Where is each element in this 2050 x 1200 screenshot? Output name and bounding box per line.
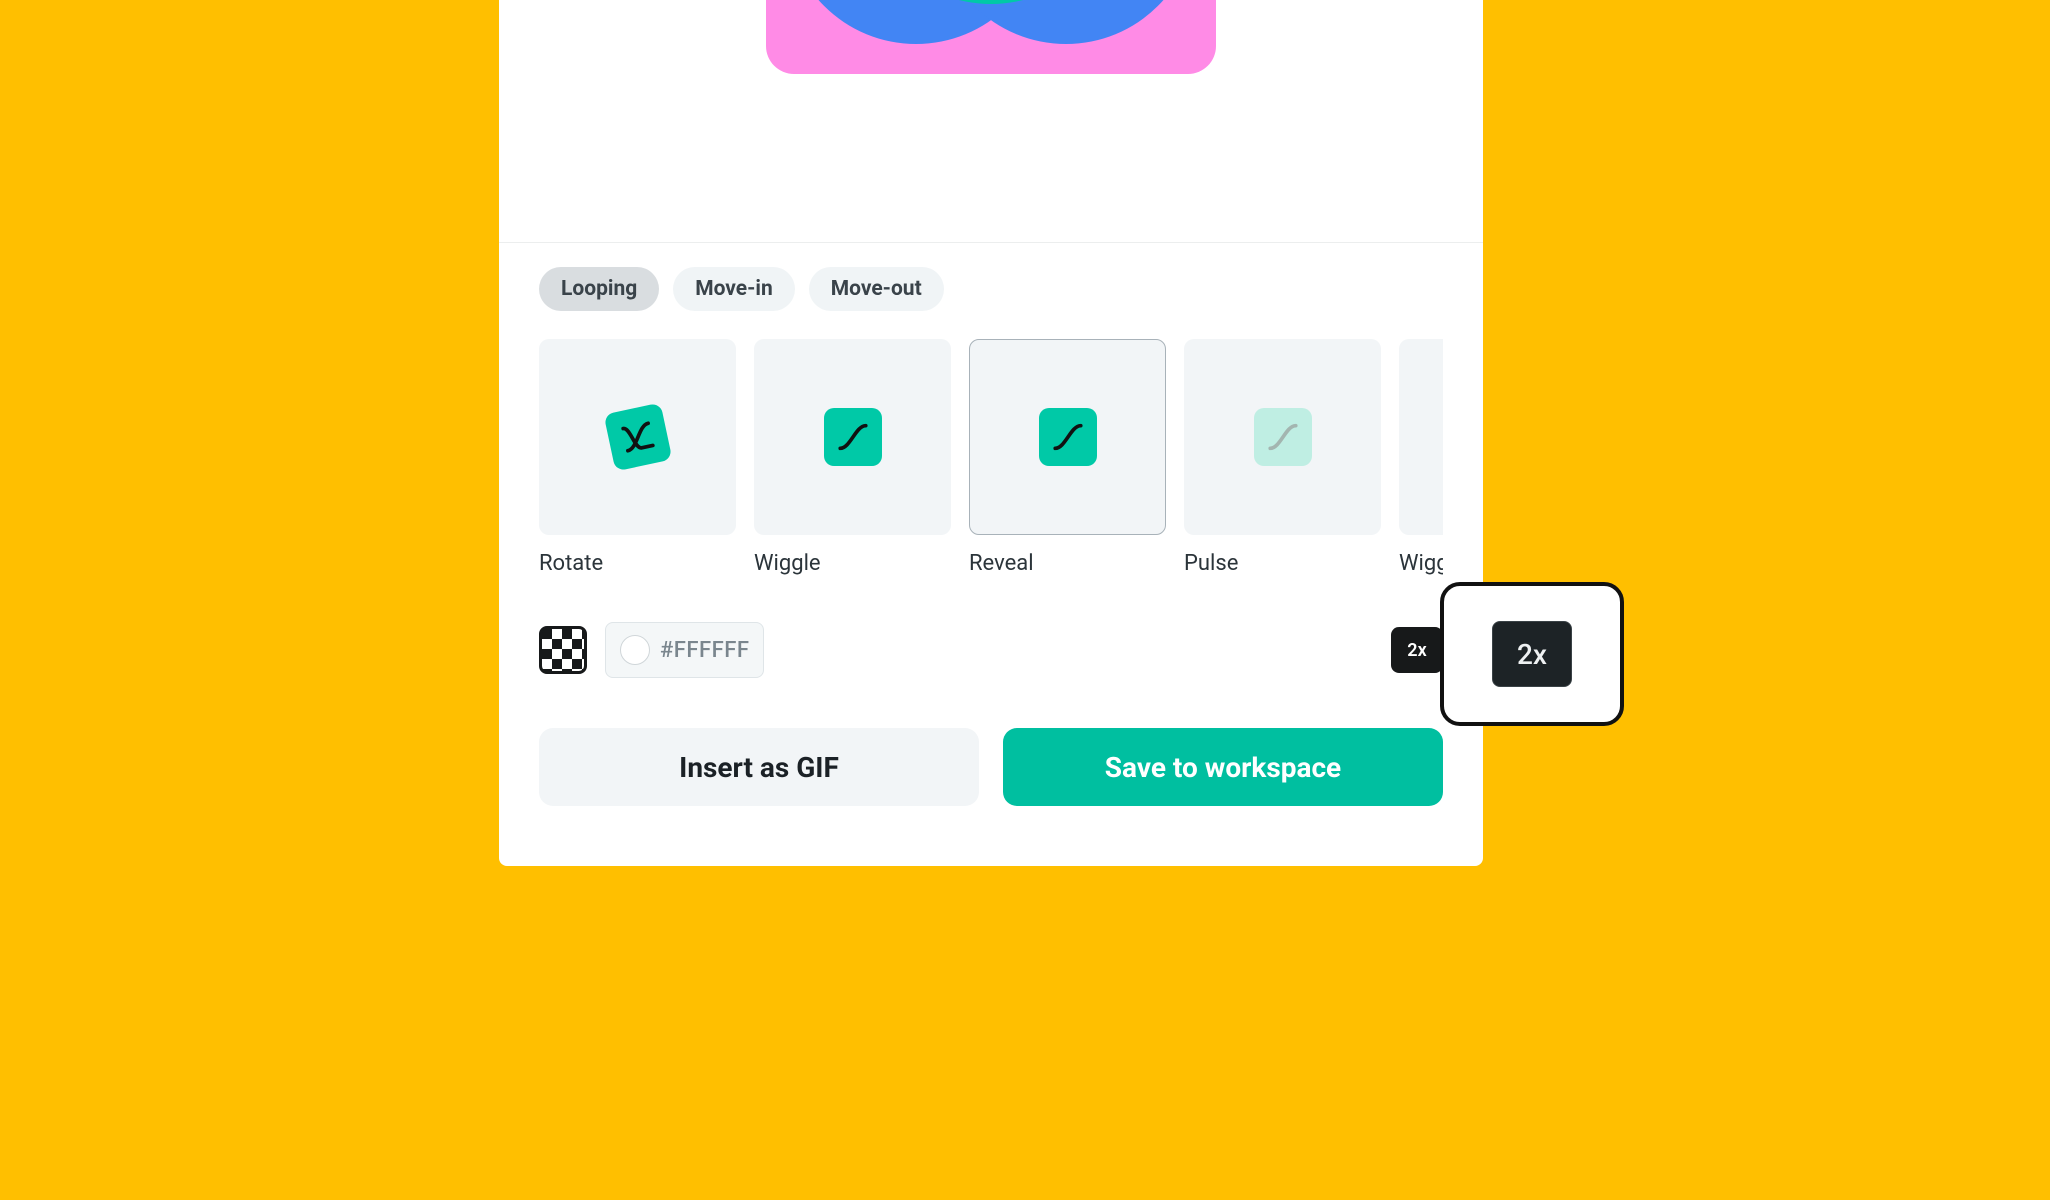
animation-type-tabs: Looping Move-in Move-out [539, 267, 1443, 311]
animation-panel: Looping Move-in Move-out Rotate [499, 0, 1483, 866]
magnified-speed-badge: 2x [1492, 621, 1572, 687]
ease-curve-icon [1254, 408, 1312, 466]
animation-tile-wiggle[interactable] [754, 339, 951, 535]
animation-options-row: Rotate Wiggle Reveal [539, 339, 1443, 576]
animation-card-rotate: Rotate [539, 339, 736, 576]
color-swatch [620, 635, 650, 665]
animation-card-pulse: Pulse [1184, 339, 1381, 576]
insert-as-gif-button[interactable]: Insert as GIF [539, 728, 979, 806]
animation-card-wiggle: Wiggle [754, 339, 951, 576]
speed-badge[interactable]: 2x [1391, 627, 1443, 673]
ease-curve-icon [603, 403, 672, 472]
animation-label: Reveal [969, 551, 1166, 576]
preview-area [499, 0, 1483, 243]
tab-move-in[interactable]: Move-in [673, 267, 795, 311]
animation-label: Wiggle [754, 551, 951, 576]
animation-tile-rotate[interactable] [539, 339, 736, 535]
tab-move-out[interactable]: Move-out [809, 267, 944, 311]
animation-card-reveal: Reveal [969, 339, 1166, 576]
transparent-background-button[interactable] [539, 626, 587, 674]
animation-label: Wiggle [1399, 551, 1443, 576]
animation-card-wiggle-2: Wiggle [1399, 339, 1443, 576]
ease-curve-icon [1039, 408, 1097, 466]
animation-tile-wiggle-2[interactable] [1399, 339, 1443, 535]
tab-looping[interactable]: Looping [539, 267, 659, 311]
save-to-workspace-button[interactable]: Save to workspace [1003, 728, 1443, 806]
preview-graphic [766, 0, 1216, 74]
magnifier-overlay: 2x [1440, 582, 1624, 726]
animation-tile-pulse[interactable] [1184, 339, 1381, 535]
controls-area: Looping Move-in Move-out Rotate [499, 243, 1483, 866]
ease-curve-icon [824, 408, 882, 466]
animation-label: Rotate [539, 551, 736, 576]
animation-label: Pulse [1184, 551, 1381, 576]
color-hex-value: #FFFFFF [660, 638, 749, 663]
background-color-field[interactable]: #FFFFFF [605, 622, 764, 678]
animation-tile-reveal[interactable] [969, 339, 1166, 535]
options-row: #FFFFFF 2x [539, 622, 1443, 678]
action-buttons-row: Insert as GIF Save to workspace [539, 728, 1443, 806]
